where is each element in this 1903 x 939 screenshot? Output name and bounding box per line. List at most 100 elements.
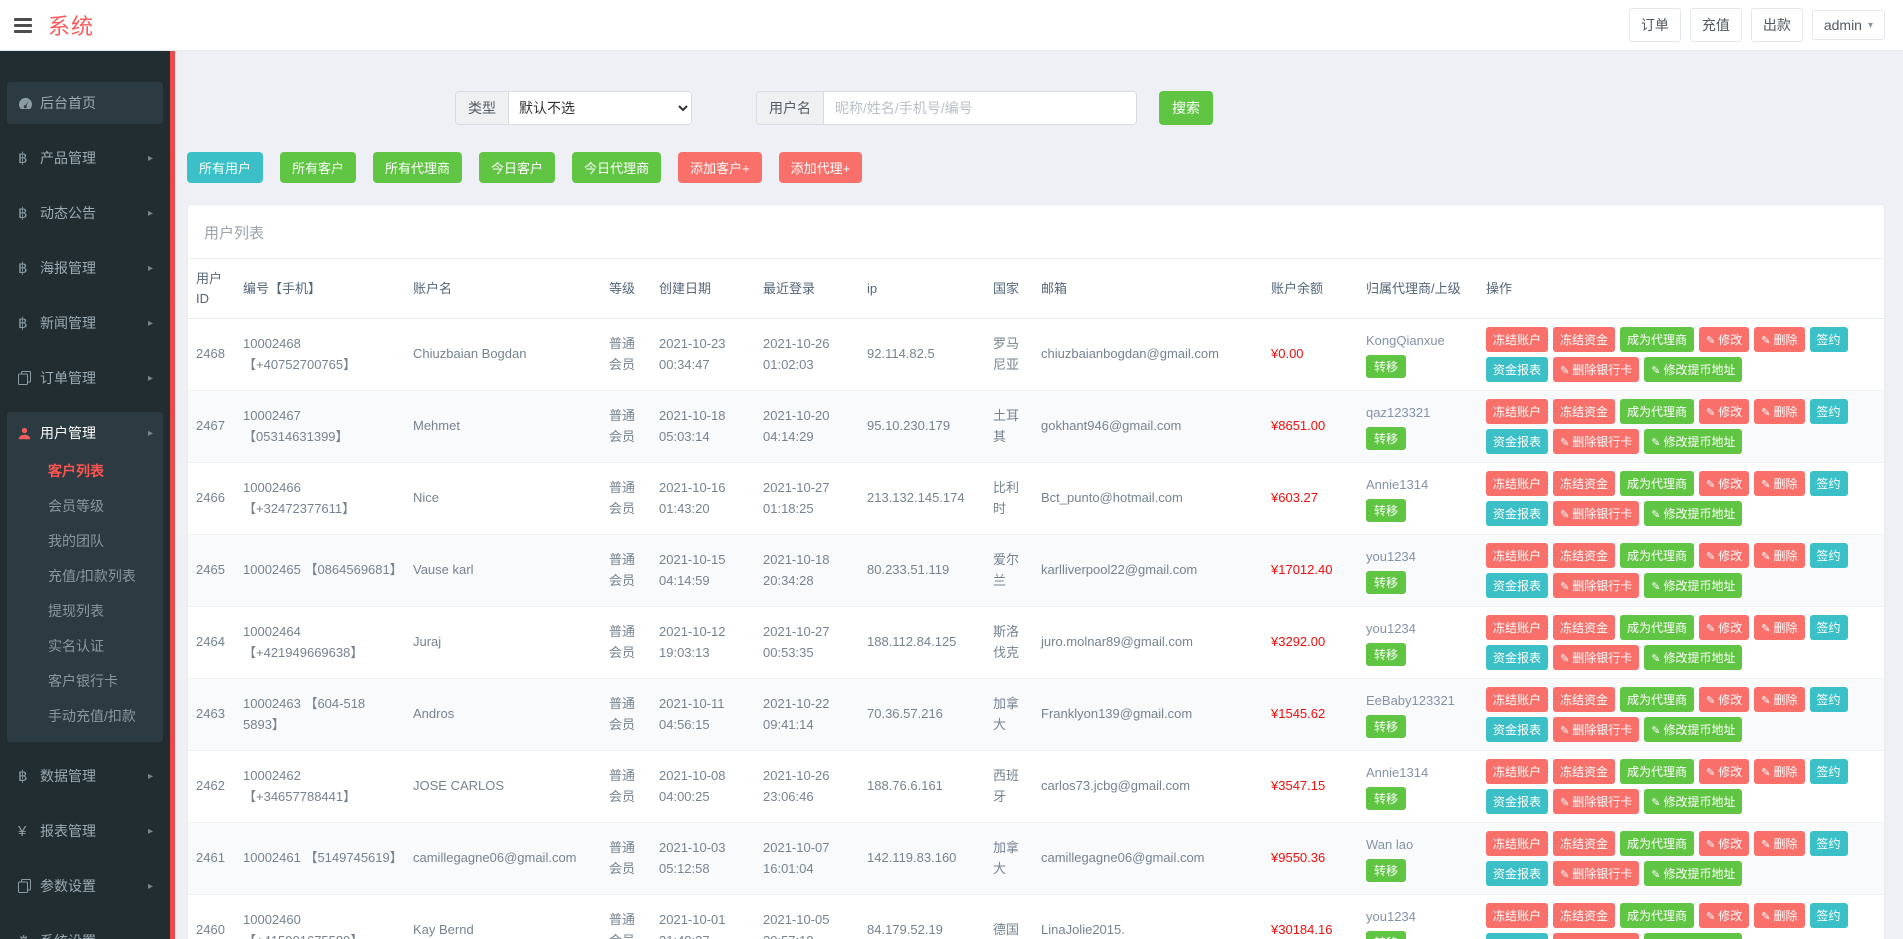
quick-button-今日客户[interactable]: 今日客户 <box>479 152 555 183</box>
action-button-冻结账户[interactable]: 冻结账户 <box>1486 543 1548 568</box>
sidebar-item-数据管理[interactable]: ฿数据管理▸ <box>7 755 163 797</box>
action-button-修改[interactable]: ✎修改 <box>1699 471 1749 496</box>
action-button-签约[interactable]: 签约 <box>1810 327 1848 352</box>
action-button-成为代理商[interactable]: 成为代理商 <box>1620 831 1694 856</box>
transfer-button[interactable]: 转移 <box>1366 427 1406 450</box>
sidebar-item-产品管理[interactable]: ฿产品管理▸ <box>7 137 163 179</box>
action-button-冻结账户[interactable]: 冻结账户 <box>1486 471 1548 496</box>
transfer-button[interactable]: 转移 <box>1366 355 1406 378</box>
topnav-button[interactable]: 出款 <box>1751 8 1803 42</box>
action-button-冻结资金[interactable]: 冻结资金 <box>1553 831 1615 856</box>
action-button-成为代理商[interactable]: 成为代理商 <box>1620 399 1694 424</box>
action-button-冻结资金[interactable]: 冻结资金 <box>1553 903 1615 928</box>
action-button-删除[interactable]: ✎删除 <box>1754 687 1804 712</box>
action-button-冻结账户[interactable]: 冻结账户 <box>1486 327 1548 352</box>
action-button-冻结资金[interactable]: 冻结资金 <box>1553 543 1615 568</box>
action-button-删除银行卡[interactable]: ✎删除银行卡 <box>1553 429 1639 454</box>
quick-button-今日代理商[interactable]: 今日代理商 <box>572 152 661 183</box>
action-button-资金报表[interactable]: 资金报表 <box>1486 501 1548 526</box>
action-button-冻结账户[interactable]: 冻结账户 <box>1486 759 1548 784</box>
action-button-删除[interactable]: ✎删除 <box>1754 471 1804 496</box>
action-button-删除银行卡[interactable]: ✎删除银行卡 <box>1553 357 1639 382</box>
sidebar-subitem-实名认证[interactable]: 实名认证 <box>7 629 163 664</box>
action-button-修改提币地址[interactable]: ✎修改提币地址 <box>1644 717 1742 742</box>
sidebar-subitem-提现列表[interactable]: 提现列表 <box>7 594 163 629</box>
transfer-button[interactable]: 转移 <box>1366 787 1406 810</box>
transfer-button[interactable]: 转移 <box>1366 931 1406 939</box>
action-button-修改[interactable]: ✎修改 <box>1699 615 1749 640</box>
quick-button-所有用户[interactable]: 所有用户 <box>187 152 263 183</box>
quick-button-所有客户[interactable]: 所有客户 <box>280 152 356 183</box>
action-button-冻结资金[interactable]: 冻结资金 <box>1553 687 1615 712</box>
quick-button-添加代理+[interactable]: 添加代理+ <box>779 152 863 183</box>
action-button-修改提币地址[interactable]: ✎修改提币地址 <box>1644 357 1742 382</box>
action-button-签约[interactable]: 签约 <box>1810 687 1848 712</box>
action-button-冻结资金[interactable]: 冻结资金 <box>1553 399 1615 424</box>
sidebar-item-用户管理[interactable]: 用户管理▸ <box>7 412 163 454</box>
action-button-冻结资金[interactable]: 冻结资金 <box>1553 615 1615 640</box>
action-button-成为代理商[interactable]: 成为代理商 <box>1620 471 1694 496</box>
action-button-修改[interactable]: ✎修改 <box>1699 543 1749 568</box>
action-button-成为代理商[interactable]: 成为代理商 <box>1620 327 1694 352</box>
sidebar-item-系统设置[interactable]: 系统设置▸ <box>7 920 163 939</box>
action-button-修改提币地址[interactable]: ✎修改提币地址 <box>1644 573 1742 598</box>
action-button-成为代理商[interactable]: 成为代理商 <box>1620 543 1694 568</box>
action-button-修改[interactable]: ✎修改 <box>1699 903 1749 928</box>
username-input[interactable] <box>824 92 1136 124</box>
sidebar-item-海报管理[interactable]: ฿海报管理▸ <box>7 247 163 289</box>
action-button-签约[interactable]: 签约 <box>1810 615 1848 640</box>
action-button-签约[interactable]: 签约 <box>1810 903 1848 928</box>
sidebar-item-订单管理[interactable]: 订单管理▸ <box>7 357 163 399</box>
transfer-button[interactable]: 转移 <box>1366 715 1406 738</box>
action-button-资金报表[interactable]: 资金报表 <box>1486 357 1548 382</box>
quick-button-所有代理商[interactable]: 所有代理商 <box>373 152 462 183</box>
action-button-修改提币地址[interactable]: ✎修改提币地址 <box>1644 933 1742 939</box>
quick-button-添加客户+[interactable]: 添加客户+ <box>678 152 762 183</box>
sidebar-item-参数设置[interactable]: 参数设置▸ <box>7 865 163 907</box>
action-button-修改[interactable]: ✎修改 <box>1699 687 1749 712</box>
action-button-资金报表[interactable]: 资金报表 <box>1486 933 1548 939</box>
transfer-button[interactable]: 转移 <box>1366 571 1406 594</box>
action-button-冻结账户[interactable]: 冻结账户 <box>1486 687 1548 712</box>
action-button-删除[interactable]: ✎删除 <box>1754 543 1804 568</box>
action-button-删除[interactable]: ✎删除 <box>1754 399 1804 424</box>
action-button-删除银行卡[interactable]: ✎删除银行卡 <box>1553 861 1639 886</box>
action-button-冻结资金[interactable]: 冻结资金 <box>1553 327 1615 352</box>
action-button-资金报表[interactable]: 资金报表 <box>1486 717 1548 742</box>
sidebar-subitem-会员等级[interactable]: 会员等级 <box>7 489 163 524</box>
sidebar-item-后台首页[interactable]: 后台首页 <box>7 82 163 124</box>
transfer-button[interactable]: 转移 <box>1366 859 1406 882</box>
sidebar-subitem-客户银行卡[interactable]: 客户银行卡 <box>7 664 163 699</box>
sidebar-subitem-客户列表[interactable]: 客户列表 <box>7 454 163 489</box>
action-button-资金报表[interactable]: 资金报表 <box>1486 861 1548 886</box>
action-button-修改提币地址[interactable]: ✎修改提币地址 <box>1644 645 1742 670</box>
action-button-修改[interactable]: ✎修改 <box>1699 759 1749 784</box>
sidebar-subitem-手动充值/扣款[interactable]: 手动充值/扣款 <box>7 699 163 734</box>
action-button-资金报表[interactable]: 资金报表 <box>1486 789 1548 814</box>
action-button-签约[interactable]: 签约 <box>1810 831 1848 856</box>
action-button-资金报表[interactable]: 资金报表 <box>1486 645 1548 670</box>
action-button-修改[interactable]: ✎修改 <box>1699 399 1749 424</box>
admin-user-menu[interactable]: admin ▾ <box>1812 10 1885 40</box>
action-button-成为代理商[interactable]: 成为代理商 <box>1620 687 1694 712</box>
action-button-冻结账户[interactable]: 冻结账户 <box>1486 399 1548 424</box>
topnav-button[interactable]: 订单 <box>1629 8 1681 42</box>
transfer-button[interactable]: 转移 <box>1366 643 1406 666</box>
action-button-冻结账户[interactable]: 冻结账户 <box>1486 903 1548 928</box>
action-button-修改提币地址[interactable]: ✎修改提币地址 <box>1644 501 1742 526</box>
action-button-删除银行卡[interactable]: ✎删除银行卡 <box>1553 789 1639 814</box>
action-button-冻结账户[interactable]: 冻结账户 <box>1486 831 1548 856</box>
action-button-签约[interactable]: 签约 <box>1810 543 1848 568</box>
action-button-删除银行卡[interactable]: ✎删除银行卡 <box>1553 573 1639 598</box>
type-select[interactable]: 默认不选 <box>509 92 691 124</box>
sidebar-item-动态公告[interactable]: ฿动态公告▸ <box>7 192 163 234</box>
hamburger-menu-icon[interactable] <box>0 0 46 51</box>
action-button-成为代理商[interactable]: 成为代理商 <box>1620 903 1694 928</box>
action-button-修改提币地址[interactable]: ✎修改提币地址 <box>1644 861 1742 886</box>
action-button-资金报表[interactable]: 资金报表 <box>1486 573 1548 598</box>
topnav-button[interactable]: 充值 <box>1690 8 1742 42</box>
action-button-修改[interactable]: ✎修改 <box>1699 831 1749 856</box>
sidebar-subitem-我的团队[interactable]: 我的团队 <box>7 524 163 559</box>
action-button-成为代理商[interactable]: 成为代理商 <box>1620 759 1694 784</box>
action-button-删除银行卡[interactable]: ✎删除银行卡 <box>1553 645 1639 670</box>
